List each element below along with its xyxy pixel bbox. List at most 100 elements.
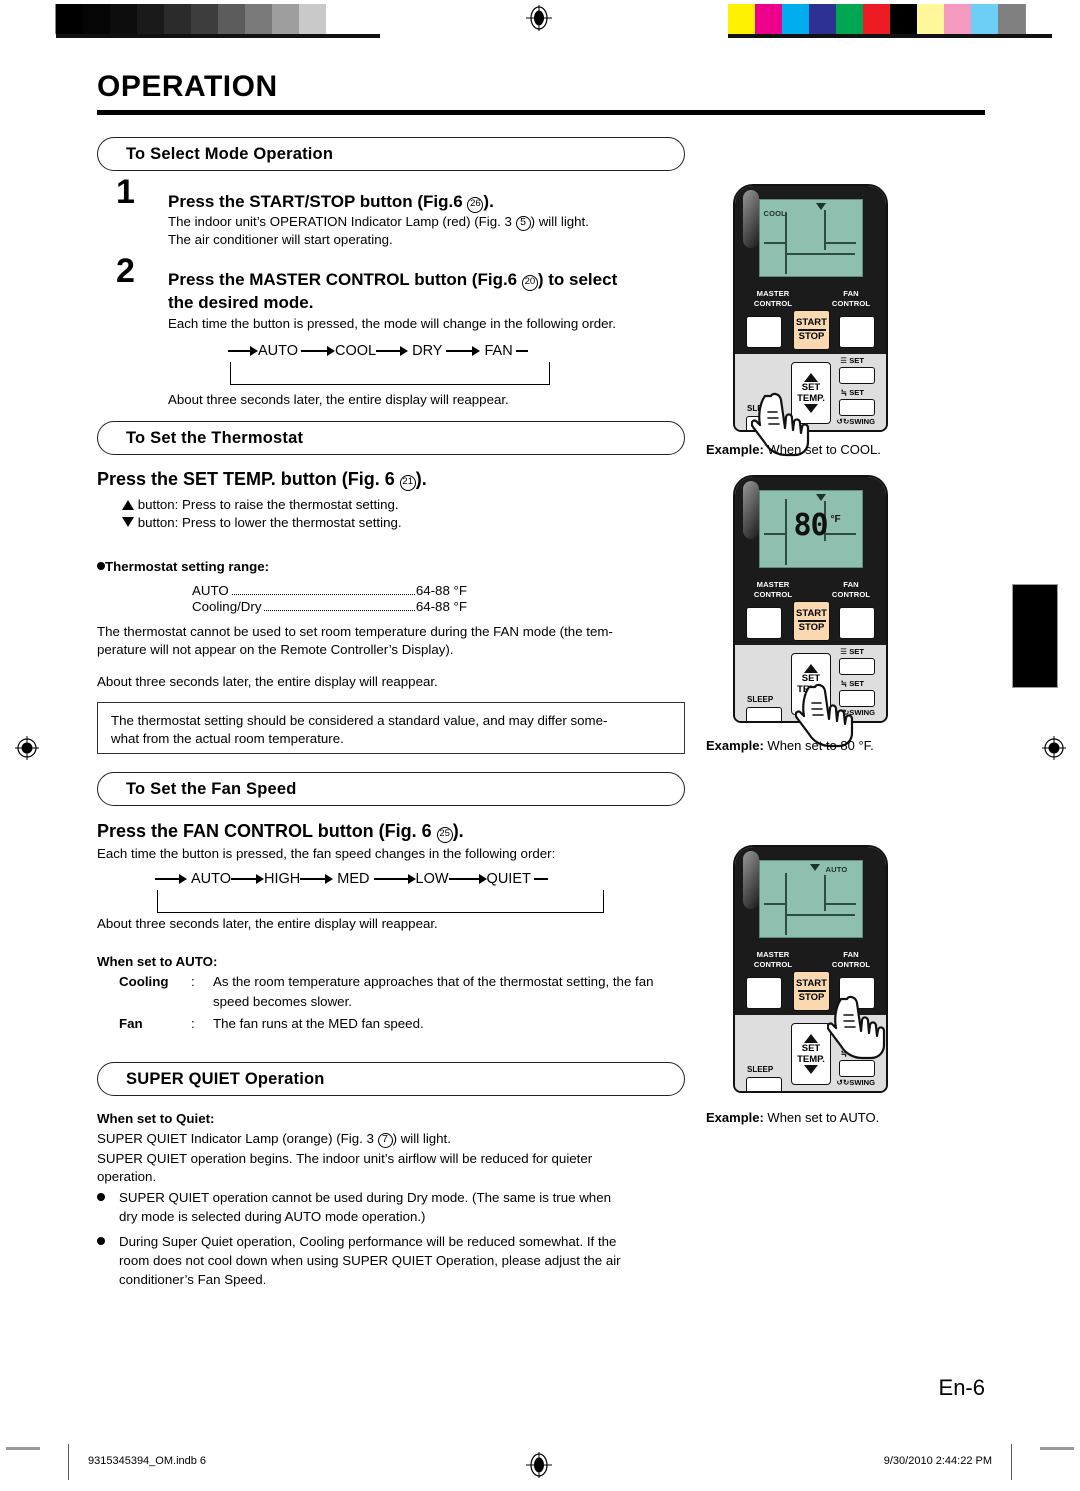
registration-mark-top <box>526 5 552 31</box>
leader-dots <box>264 610 415 611</box>
horizontal-set-button[interactable] <box>839 1060 875 1077</box>
sleep-button[interactable] <box>746 1077 782 1091</box>
vertical-set-button[interactable] <box>839 367 875 384</box>
vertical-set-label: ☰ SET <box>840 647 864 656</box>
crop-mark-bottom-left <box>6 1447 40 1450</box>
section-header-fanspeed: To Set the Fan Speed <box>97 772 685 806</box>
fanspeed-row-fan-colon: : <box>191 1016 195 1031</box>
color-swatch-7 <box>917 4 944 34</box>
superquiet-line3: operation. <box>97 1169 157 1184</box>
vertical-set-button[interactable] <box>839 1028 875 1045</box>
sleep-button[interactable] <box>746 707 782 721</box>
step-1-heading-pre: Press the START/STOP button (Fig.6 <box>168 192 468 211</box>
thermostat-heading-post: ). <box>415 469 427 489</box>
step-1-body-post: ) will light. <box>530 214 589 229</box>
set-temp-button[interactable]: SET TEMP. <box>791 362 831 424</box>
color-swatch-9 <box>971 4 998 34</box>
color-calibration-strip <box>728 4 1052 38</box>
remote-lcd-display: COOL <box>758 199 863 277</box>
remote-gloss-highlight <box>743 481 759 539</box>
fanspeed-row-cooling-line2: speed becomes slower. <box>213 994 352 1009</box>
master-control-button[interactable] <box>746 607 782 639</box>
lcd-pointer-icon <box>815 203 826 210</box>
step-1-body: The indoor unit’s OPERATION Indicator La… <box>168 213 698 249</box>
remote-label-row: MASTER CONTROL FAN CONTROL <box>735 286 886 312</box>
fan-control-button[interactable] <box>839 316 875 348</box>
lcd-pointer-icon <box>809 864 820 871</box>
fanspeed-flow-item-3: LOW <box>415 871 449 887</box>
step-1-number: 1 <box>116 173 135 211</box>
color-swatch-1 <box>755 4 782 34</box>
remote-lower-panel: START STOP ☰ SET ≒ SET ↺↻SWING SET TEMP. <box>735 310 886 430</box>
set-temp-label: SET TEMP. <box>797 673 825 695</box>
arrow-down-icon <box>122 517 134 527</box>
section-header-superquiet-label: SUPER QUIET Operation <box>126 1069 325 1088</box>
registration-mark-right <box>1041 735 1067 761</box>
flow-arrow-icon <box>327 346 336 356</box>
start-stop-button[interactable]: START STOP <box>793 971 830 1011</box>
thumb-index-tab <box>1012 584 1058 688</box>
title-underline <box>97 110 985 115</box>
thermostat-note-line1: The thermostat cannot be used to set roo… <box>97 624 613 639</box>
master-control-button[interactable] <box>746 977 782 1009</box>
color-swatch-5 <box>863 4 890 34</box>
gray-swatch-3 <box>137 4 164 34</box>
caption-temp80: Example: When set to 80 °F. <box>706 738 874 753</box>
swing-label: ↺↻SWING <box>836 417 875 426</box>
fanspeed-flow-loopback <box>157 890 604 913</box>
start-stop-button[interactable]: START STOP <box>793 601 830 641</box>
caption-temp80-bold: Example: <box>706 738 764 753</box>
lcd-auto-label: AUTO <box>825 865 848 874</box>
footer-rule-right <box>1010 1444 1012 1480</box>
superquiet-line2: SUPER QUIET operation begins. The indoor… <box>97 1151 593 1166</box>
range-row-coolingdry: Cooling/Dry 64-88 °F <box>192 599 467 615</box>
fig-ref-25-icon: 25 <box>436 827 453 843</box>
superquiet-bullet-1-line2: room does not cool down when using SUPER… <box>119 1253 621 1268</box>
range-row-auto: AUTO 64-88 °F <box>192 583 467 599</box>
horizontal-set-button[interactable] <box>839 690 875 707</box>
mode-flow-loopback <box>230 362 550 385</box>
section-header-thermostat-label: To Set the Thermostat <box>126 428 304 447</box>
superquiet-bullet-1: During Super Quiet operation, Cooling pe… <box>97 1232 697 1289</box>
horizontal-set-button[interactable] <box>839 399 875 416</box>
fanspeed-flow-diagram: AUTO HIGH MED LOW QUIET <box>155 868 604 913</box>
mode-flow-item-0: AUTO <box>258 343 299 359</box>
step-2-heading-pre: Press the MASTER CONTROL button (Fig.6 <box>168 270 522 289</box>
registration-mark-left <box>14 735 40 761</box>
manual-page: OPERATION To Select Mode Operation 1 Pre… <box>0 0 1080 1491</box>
fan-control-button[interactable] <box>839 607 875 639</box>
remote-lower-panel: START STOP ☰ SET ≒ SET ↺↻SWING SET TEMP. <box>735 601 886 721</box>
caption-auto-text: When set to AUTO. <box>763 1110 880 1125</box>
flow-arrow-icon <box>478 874 487 884</box>
flow-arrow-icon <box>325 874 334 884</box>
fanspeed-footnote: About three seconds later, the entire di… <box>97 916 438 931</box>
start-stop-button[interactable]: START STOP <box>793 310 830 350</box>
fan-control-button[interactable] <box>839 977 875 1009</box>
set-temp-button[interactable]: SET TEMP. <box>791 1023 831 1085</box>
fanspeed-flow-item-0: AUTO <box>191 871 232 887</box>
flow-arrow-icon <box>256 874 265 884</box>
calibration-baseline <box>728 34 1052 38</box>
range-name-auto: AUTO <box>192 583 229 598</box>
range-name-coolingdry: Cooling/Dry <box>192 599 262 614</box>
grayscale-calibration-strip <box>55 4 380 38</box>
thermostat-arrow-up-row: button: Press to raise the thermostat se… <box>122 496 672 514</box>
master-control-button[interactable] <box>746 316 782 348</box>
section-header-thermostat: To Set the Thermostat <box>97 421 685 455</box>
set-temp-down-icon <box>804 404 818 413</box>
start-label: START <box>796 978 827 990</box>
fanspeed-row-fan: Fan : The fan runs at the MED fan speed. <box>119 1014 699 1034</box>
leader-dots <box>231 594 415 595</box>
step-1-body-line1: The indoor unit’s OPERATION Indicator La… <box>168 213 698 231</box>
bullet-icon <box>97 1237 105 1245</box>
vertical-set-button[interactable] <box>839 658 875 675</box>
remote-label-row: MASTER CONTROL FAN CONTROL <box>735 947 886 973</box>
flow-arrow-icon <box>400 346 409 356</box>
fan-control-label: FAN CONTROL <box>831 580 871 599</box>
mode-flow-row: AUTO COOL DRY FAN <box>228 340 550 362</box>
color-swatch-4 <box>836 4 863 34</box>
step-1-body-line2: The air conditioner will start operating… <box>168 232 393 247</box>
set-temp-button[interactable]: SET TEMP. <box>791 653 831 715</box>
sleep-button[interactable] <box>746 416 782 430</box>
caption-auto-bold: Example: <box>706 1110 764 1125</box>
